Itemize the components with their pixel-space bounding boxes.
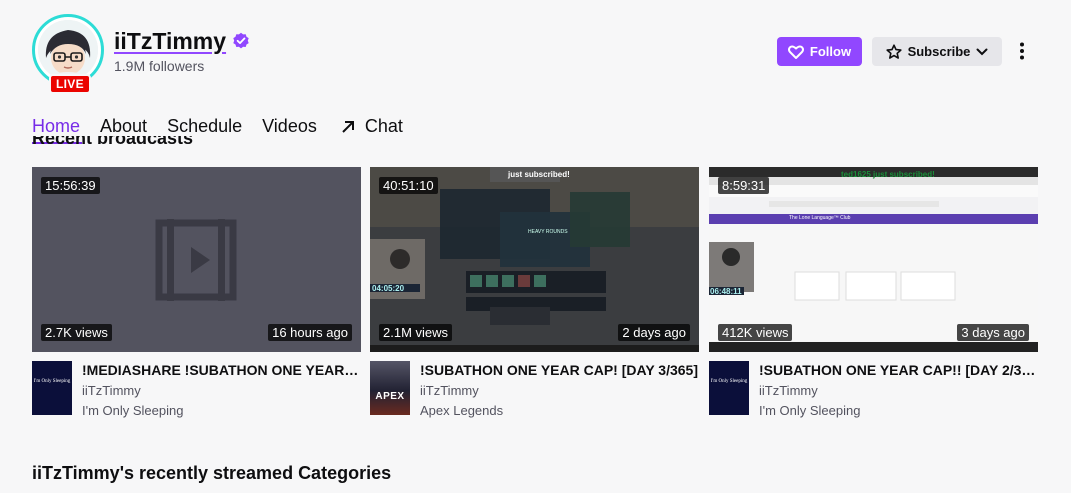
category-box-art-text: APEX: [375, 391, 405, 402]
vertical-ellipsis-icon: [1020, 42, 1024, 60]
video-category-link[interactable]: I'm Only Sleeping: [759, 403, 860, 418]
video-channel-link[interactable]: iiTzTimmy: [82, 383, 141, 398]
subscribe-button[interactable]: Subscribe: [872, 37, 1002, 66]
tab-schedule[interactable]: Schedule: [167, 116, 242, 137]
channel-tabs: Home About Schedule Videos Chat: [32, 116, 403, 137]
video-meta: APEX !SUBATHON ONE YEAR CAP! [DAY 3/365]…: [370, 361, 699, 421]
more-options-button[interactable]: [1012, 40, 1032, 62]
thumb-timer: 06:48:11: [710, 287, 742, 296]
tab-chat[interactable]: Chat: [341, 116, 403, 137]
video-meta: I'm Only Sleeping !SUBATHON ONE YEAR CAP…: [709, 361, 1038, 421]
channel-name[interactable]: iiTzTimmy: [114, 28, 226, 55]
video-card[interactable]: just subscribed! HEAVY ROUNDS 04:05:20 4…: [370, 167, 699, 421]
video-category-link[interactable]: I'm Only Sleeping: [82, 403, 183, 418]
video-meta: I'm Only Sleeping !MEDIASHARE !SUBATHON …: [32, 361, 361, 421]
tab-about[interactable]: About: [100, 116, 147, 137]
category-box-art-text: I'm Only Sleeping: [710, 379, 748, 384]
video-title[interactable]: !SUBATHON ONE YEAR CAP! [DAY 3/365]: [420, 362, 699, 378]
video-thumbnail[interactable]: 15:56:39 2.7K views 16 hours ago: [32, 167, 361, 352]
age-badge: 16 hours ago: [268, 324, 352, 341]
categories-heading: iiTzTimmy's recently streamed Categories: [32, 463, 392, 483]
subscribe-label: Subscribe: [907, 44, 971, 59]
video-category-link[interactable]: Apex Legends: [420, 403, 503, 418]
views-badge: 412K views: [718, 324, 793, 341]
video-thumbnail[interactable]: ted1625 just subscribed! The Lone Langua…: [709, 167, 1038, 352]
live-badge: LIVE: [49, 74, 91, 94]
thumb-overlay-text: ted1625 just subscribed!: [841, 170, 935, 179]
tab-chat-label: Chat: [364, 116, 403, 136]
avatar-image: [38, 20, 98, 80]
video-channel-link[interactable]: iiTzTimmy: [420, 383, 479, 398]
star-icon: [885, 43, 902, 59]
heart-icon: [787, 45, 804, 59]
arrow-up-right-icon: [342, 120, 354, 133]
age-badge: 3 days ago: [957, 324, 1029, 341]
channel-page: LIVE iiTzTimmy 1.9M followers Follow Sub…: [0, 0, 1071, 493]
category-box-art[interactable]: I'm Only Sleeping: [709, 361, 749, 415]
duration-badge: 15:56:39: [41, 177, 100, 194]
follow-button[interactable]: Follow: [777, 37, 862, 66]
video-thumbnail[interactable]: just subscribed! HEAVY ROUNDS 04:05:20 4…: [370, 167, 699, 352]
category-box-art-text: I'm Only Sleeping: [33, 379, 71, 384]
video-title[interactable]: !MEDIASHARE !SUBATHON ONE YEAR CAP!! [DA…: [82, 362, 361, 378]
category-box-art[interactable]: APEX: [370, 361, 410, 415]
chevron-down-icon: [976, 48, 988, 55]
views-badge: 2.7K views: [41, 324, 112, 341]
thumb-banner-text: The Lone Language™ Club: [789, 215, 851, 221]
age-badge: 2 days ago: [618, 324, 690, 341]
video-channel-link[interactable]: iiTzTimmy: [759, 383, 818, 398]
duration-badge: 8:59:31: [718, 177, 770, 194]
tab-videos[interactable]: Videos: [262, 116, 317, 137]
category-box-art[interactable]: I'm Only Sleeping: [32, 361, 72, 415]
duration-badge: 40:51:10: [379, 177, 438, 194]
video-card[interactable]: ted1625 just subscribed! The Lone Langua…: [709, 167, 1038, 421]
views-badge: 2.1M views: [379, 324, 453, 341]
video-card[interactable]: 15:56:39 2.7K views 16 hours ago I'm Onl…: [32, 167, 361, 421]
recent-broadcasts-heading: Recent broadcasts: [32, 136, 194, 148]
verified-badge-icon: [233, 32, 249, 49]
thumb-alert-text: HEAVY ROUNDS: [528, 229, 568, 235]
follower-count: 1.9M followers: [114, 58, 205, 74]
thumb-timer: 04:05:20: [372, 284, 405, 293]
tab-home[interactable]: Home: [32, 116, 80, 137]
thumb-overlay-text: just subscribed!: [508, 170, 570, 179]
follow-label: Follow: [809, 44, 852, 59]
video-title[interactable]: !SUBATHON ONE YEAR CAP!! [DAY 2/365]: [759, 362, 1038, 378]
